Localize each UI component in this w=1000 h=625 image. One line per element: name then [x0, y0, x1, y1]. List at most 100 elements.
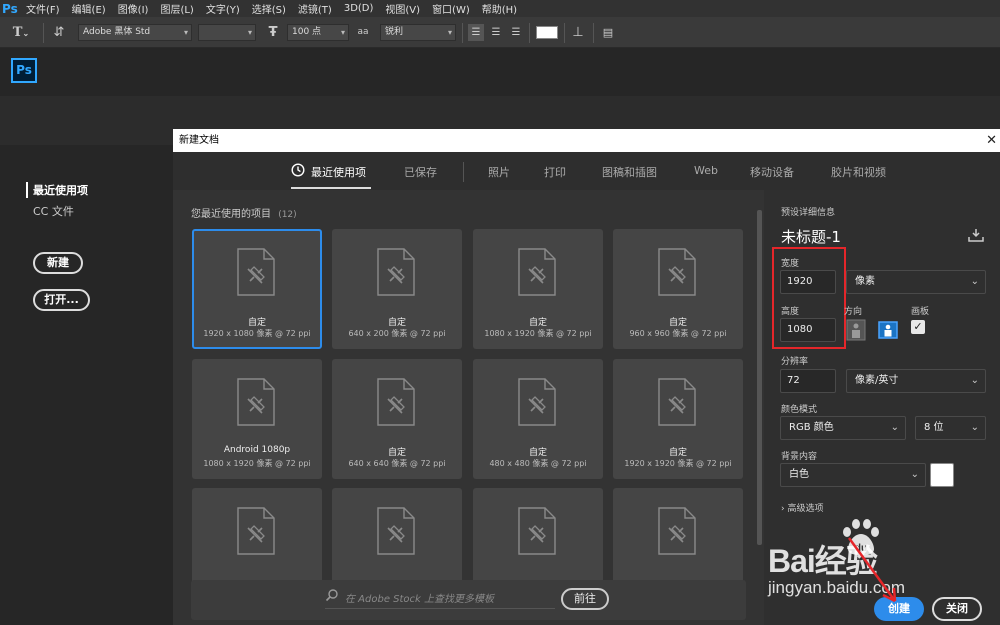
type-tool-icon[interactable]: T⌄ — [8, 24, 34, 41]
tab-print[interactable]: 打印 — [544, 164, 566, 180]
close-button[interactable]: 关闭 — [932, 597, 982, 621]
background-color-swatch[interactable] — [930, 463, 954, 487]
resolution-unit-select[interactable]: 像素/英寸 ⌄ — [846, 369, 986, 393]
width-input[interactable]: 1920 — [780, 270, 836, 294]
presets-scrollbar[interactable] — [757, 210, 762, 545]
background-value: 白色 — [789, 469, 809, 480]
warp-text-icon[interactable]: ⊥ — [570, 24, 586, 41]
stock-search-input[interactable]: 在 Adobe Stock 上查找更多模板 — [325, 590, 555, 609]
go-button[interactable]: 前往 — [561, 588, 609, 610]
menu-bar: Ps 文件(F) 编辑(E) 图像(I) 图层(L) 文字(Y) 选择(S) 滤… — [0, 0, 1000, 17]
align-left-icon[interactable]: ☰ — [468, 24, 484, 41]
preset-card[interactable]: 自定 960 x 960 像素 @ 72 ppi — [613, 229, 743, 349]
antialias-select[interactable]: 锐利 ▾ — [380, 24, 456, 41]
chevron-down-icon: ⌄ — [970, 422, 979, 433]
document-icon — [518, 378, 556, 426]
preset-card[interactable]: 自定 640 x 200 像素 @ 72 ppi — [332, 229, 462, 349]
chevron-down-icon: ⌄ — [970, 375, 979, 386]
document-icon — [518, 248, 556, 296]
resolution-input[interactable]: 72 — [780, 369, 836, 393]
menu-filter[interactable]: 滤镜(T) — [298, 1, 332, 16]
chevron-down-icon: ⌄ — [910, 469, 919, 480]
character-panel-icon[interactable]: ▤ — [600, 24, 616, 41]
advanced-options-label: 高级选项 — [787, 504, 824, 514]
preset-name: 自定 — [528, 448, 547, 458]
menu-type[interactable]: 文字(Y) — [206, 1, 240, 16]
chevron-down-icon: ▾ — [183, 28, 188, 37]
font-size-select[interactable]: 100 点 ▾ — [287, 24, 349, 41]
color-mode-value: RGB 颜色 — [789, 422, 834, 433]
chevron-right-icon: › — [781, 504, 785, 514]
separator — [43, 23, 44, 43]
details-heading: 预设详细信息 — [781, 208, 836, 218]
document-name-field[interactable]: 未标题-1 — [781, 226, 841, 247]
preset-card[interactable]: 自定 1920 x 1080 像素 @ 72 ppi — [192, 229, 322, 349]
preset-card[interactable]: 自定 480 x 480 像素 @ 72 ppi — [473, 359, 603, 479]
landscape-icon[interactable] — [878, 319, 898, 341]
text-orientation-icon[interactable]: ⇵ — [50, 24, 68, 41]
presets-heading-text: 您最近使用的项目 — [191, 209, 271, 220]
document-icon — [377, 248, 415, 296]
resolution-unit-value: 像素/英寸 — [855, 375, 899, 386]
preset-size: 640 x 640 像素 @ 72 ppi — [348, 459, 446, 468]
tab-photo[interactable]: 照片 — [488, 164, 510, 180]
nav-recent[interactable]: 最近使用项 — [26, 182, 88, 198]
menu-select[interactable]: 选择(S) — [252, 1, 286, 16]
menu-view[interactable]: 视图(V) — [385, 1, 420, 16]
document-icon — [377, 507, 415, 555]
open-button[interactable]: 打开... — [33, 289, 90, 311]
close-icon[interactable]: ✕ — [986, 129, 997, 152]
preset-name: 自定 — [668, 318, 687, 328]
tab-saved[interactable]: 已保存 — [404, 164, 437, 180]
bit-depth-select[interactable]: 8 位 ⌄ — [915, 416, 986, 440]
tab-art-illustration[interactable]: 图稿和插图 — [602, 164, 657, 180]
preset-card[interactable]: 自定 1920 x 1920 像素 @ 72 ppi — [613, 359, 743, 479]
preset-name: 自定 — [387, 448, 406, 458]
menu-edit[interactable]: 编辑(E) — [72, 1, 106, 16]
antialias-value: 锐利 — [385, 27, 404, 37]
font-style-select[interactable]: ▾ — [198, 24, 256, 41]
save-preset-icon[interactable] — [968, 228, 984, 242]
preset-name: 自定 — [387, 318, 406, 328]
menu-file[interactable]: 文件(F) — [26, 1, 60, 16]
align-center-icon[interactable]: ☰ — [488, 24, 504, 41]
preset-size: 1920 x 1080 像素 @ 72 ppi — [203, 329, 311, 338]
font-family-select[interactable]: Adobe 黑体 Std ▾ — [78, 24, 192, 41]
background-select[interactable]: 白色 ⌄ — [780, 463, 926, 487]
unit-select[interactable]: 像素 ⌄ — [846, 270, 986, 294]
menu-layer[interactable]: 图层(L) — [160, 1, 193, 16]
menu-image[interactable]: 图像(I) — [118, 1, 149, 16]
preset-card[interactable]: 自定 1080 x 1920 像素 @ 72 ppi — [473, 229, 603, 349]
preset-card[interactable]: Android 1080p 1080 x 1920 像素 @ 72 ppi — [192, 359, 322, 479]
preset-name: Android 1080p — [223, 445, 291, 455]
tab-web[interactable]: Web — [694, 164, 718, 177]
preset-card[interactable]: 自定 640 x 640 像素 @ 72 ppi — [332, 359, 462, 479]
tab-recent[interactable]: 最近使用项 — [311, 164, 366, 180]
menu-help[interactable]: 帮助(H) — [482, 1, 517, 16]
stock-search-bar: 在 Adobe Stock 上查找更多模板 前往 — [191, 580, 746, 620]
dialog-title: 新建文档 — [179, 135, 219, 146]
align-right-icon[interactable]: ☰ — [508, 24, 524, 41]
advanced-options-toggle[interactable]: › 高级选项 — [781, 501, 824, 514]
chevron-down-icon: ▾ — [247, 28, 252, 37]
text-color-swatch[interactable] — [536, 26, 558, 39]
create-button[interactable]: 创建 — [874, 597, 924, 621]
color-mode-select[interactable]: RGB 颜色 ⌄ — [780, 416, 906, 440]
menu-3d[interactable]: 3D(D) — [344, 3, 374, 14]
ps-logo: Ps — [2, 1, 18, 16]
separator — [462, 23, 463, 43]
artboard-label: 画板 — [911, 307, 930, 317]
clock-icon — [291, 163, 305, 177]
menu-window[interactable]: 窗口(W) — [432, 1, 470, 16]
height-input[interactable]: 1080 — [780, 318, 836, 342]
portrait-icon[interactable] — [846, 319, 866, 341]
active-tab-indicator — [291, 187, 371, 189]
tab-mobile[interactable]: 移动设备 — [750, 164, 794, 180]
document-icon — [658, 378, 696, 426]
tab-film-video[interactable]: 胶片和视频 — [831, 164, 886, 180]
artboard-checkbox[interactable]: ✓ — [911, 320, 925, 334]
separator — [529, 23, 530, 43]
nav-cc-files[interactable]: CC 文件 — [33, 203, 88, 219]
width-label: 宽度 — [781, 259, 800, 269]
new-button[interactable]: 新建 — [33, 252, 83, 274]
